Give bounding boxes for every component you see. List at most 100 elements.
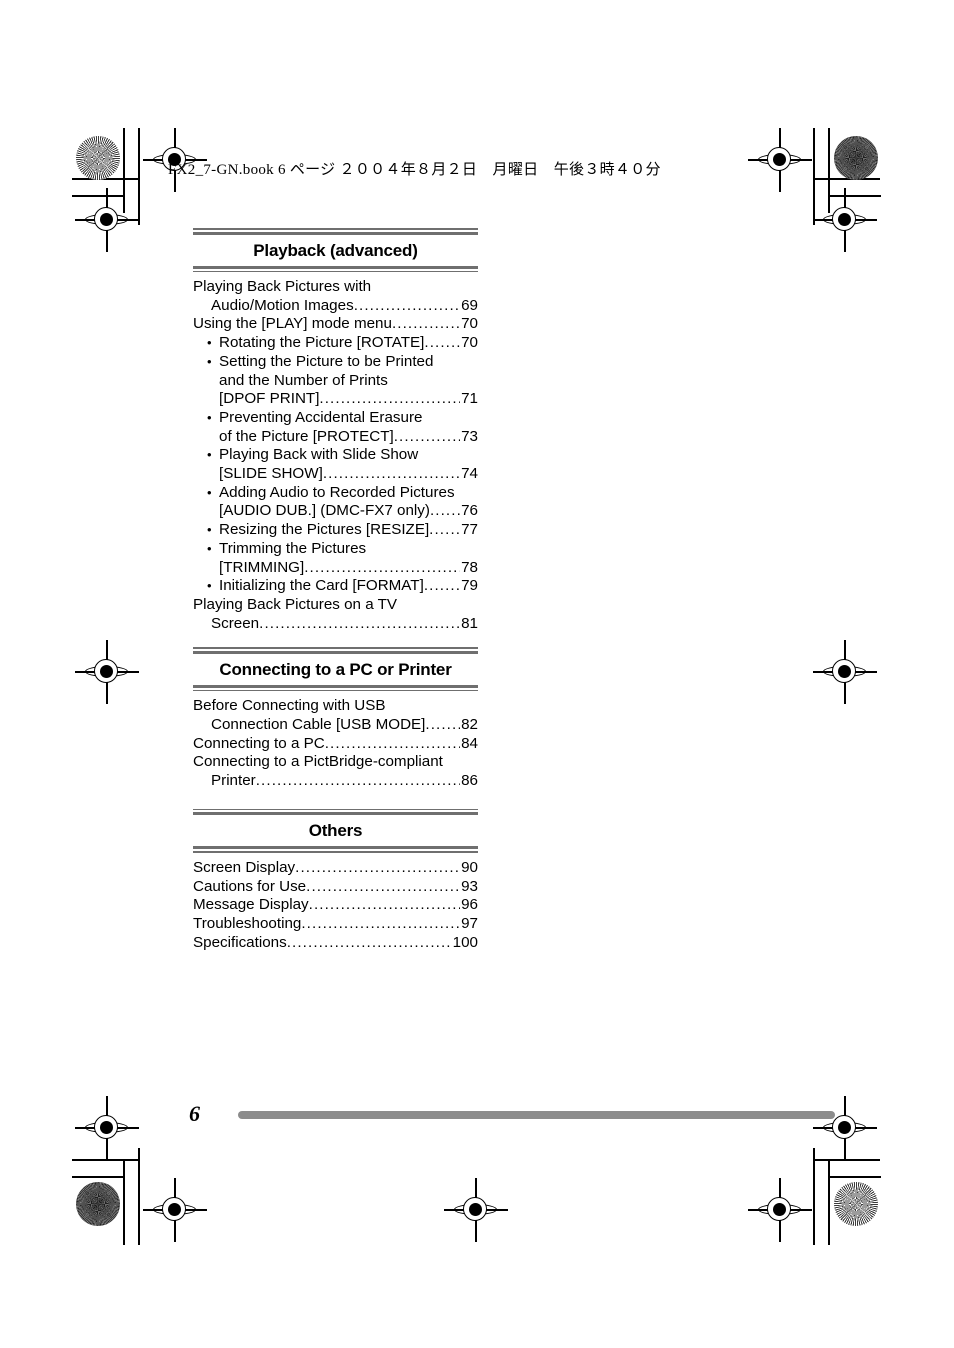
toc-entry[interactable]: • Rotating the Picture [ROTATE] 70: [193, 334, 478, 353]
toc-entry-list: Playing Back Pictures with Audio/Motion I…: [193, 272, 478, 633]
toc-entry[interactable]: • Playing Back with Slide Show: [193, 446, 478, 465]
toc-entry-page-number: 81: [461, 614, 478, 632]
crop-line-bottom-left-horizontal-outer: [72, 1176, 124, 1178]
toc-entry[interactable]: [AUDIO DUB.] (DMC-FX7 only) 76: [193, 502, 478, 521]
bullet-icon: •: [207, 447, 212, 463]
toc-entry-label: Playing Back with Slide Show: [219, 446, 419, 464]
toc-entry-page-number: 97: [461, 914, 478, 932]
crop-line-bottom-right-horizontal-outer: [829, 1176, 881, 1178]
toc-entry[interactable]: [TRIMMING] 78: [193, 559, 478, 578]
dot-leader: [295, 859, 460, 878]
toc-entry-page-number: 76: [461, 502, 478, 520]
toc-entry-label: Troubleshooting: [193, 914, 302, 932]
toc-entry[interactable]: [SLIDE SHOW] 74: [193, 465, 478, 484]
toc-entry-label: Setting the Picture to be Printed: [219, 352, 434, 370]
toc-entry[interactable]: [DPOF PRINT] 71: [193, 390, 478, 409]
crop-line-bottom-left-vertical-inner: [138, 1148, 140, 1245]
toc-entry[interactable]: and the Number of Prints: [193, 372, 478, 391]
toc-entry-label: Printer: [211, 772, 256, 790]
registration-crosshair-bottom-center: [444, 1178, 508, 1242]
toc-entry-label: Resizing the Pictures [RESIZE]: [219, 521, 430, 539]
dot-leader: [424, 334, 460, 353]
toc-section: Connecting to a PC or Printer Before Conn…: [193, 647, 478, 791]
registration-crosshair-left-middle: [75, 640, 139, 704]
toc-entry[interactable]: Playing Back Pictures on a TV: [193, 596, 478, 615]
toc-entry-label: Connecting to a PC: [193, 734, 325, 752]
toc-entry-label: Initializing the Card [FORMAT]: [219, 577, 424, 595]
section-title: Others: [308, 821, 363, 841]
toc-entry-label: Specifications: [193, 933, 287, 951]
toc-entry[interactable]: • Resizing the Pictures [RESIZE] 77: [193, 521, 478, 540]
bullet-icon: •: [207, 540, 212, 556]
registration-rosette-bottom-left: [76, 1182, 120, 1226]
dot-leader: [301, 915, 460, 934]
toc-entry-list: Before Connecting with USB Connection Cab…: [193, 691, 478, 791]
toc-entry[interactable]: Printer 86: [193, 772, 478, 791]
toc-entry[interactable]: • Preventing Accidental Erasure: [193, 409, 478, 428]
section-title: Connecting to a PC or Printer: [219, 659, 452, 679]
toc-entry-label: [TRIMMING]: [219, 558, 305, 576]
registration-crosshair-right-bottom: [813, 1096, 877, 1160]
toc-entry-label: of the Picture [PROTECT]: [219, 427, 394, 445]
toc-section: Playback (advanced) Playing Back Pictures…: [193, 228, 478, 633]
toc-entry-label: Audio/Motion Images: [211, 296, 354, 314]
registration-crosshair-right-middle: [813, 640, 877, 704]
dot-leader: [323, 465, 460, 484]
toc-entry-label: Playing Back Pictures on a TV: [193, 595, 398, 613]
toc-entry[interactable]: Connection Cable [USB MODE] 82: [193, 716, 478, 735]
dot-leader: [309, 896, 460, 915]
dot-leader: [394, 428, 460, 447]
toc-entry[interactable]: • Trimming the Pictures: [193, 540, 478, 559]
registration-crosshair-top-right: [748, 128, 812, 192]
toc-entry[interactable]: • Initializing the Card [FORMAT] 79: [193, 577, 478, 596]
toc-entry[interactable]: of the Picture [PROTECT] 73: [193, 428, 478, 447]
toc-entry[interactable]: Screen 81: [193, 615, 478, 634]
toc-entry[interactable]: • Setting the Picture to be Printed: [193, 353, 478, 372]
toc-entry[interactable]: Audio/Motion Images 69: [193, 297, 478, 316]
toc-entry-page-number: 78: [461, 558, 478, 576]
toc-entry[interactable]: • Adding Audio to Recorded Pictures: [193, 484, 478, 503]
dot-leader: [392, 315, 460, 334]
toc-entry-label: Trimming the Pictures: [219, 539, 367, 557]
bullet-icon: •: [207, 484, 212, 500]
toc-entry-label: Using the [PLAY] mode menu: [193, 315, 392, 333]
toc-entry-label: [AUDIO DUB.] (DMC-FX7 only): [219, 502, 430, 520]
footer-rule-bar: [238, 1111, 835, 1119]
crop-line-bottom-right-vertical-inner: [813, 1148, 815, 1245]
registration-crosshair-left-top: [75, 188, 139, 252]
registration-crosshair-bottom-left-inner: [143, 1178, 207, 1242]
dot-leader: [306, 878, 460, 897]
registration-rosette-top-left: [76, 136, 120, 180]
toc-entry[interactable]: Specifications 100: [193, 934, 478, 953]
toc-entry[interactable]: Connecting to a PictBridge-compliant: [193, 753, 478, 772]
registration-crosshair-right-top: [813, 188, 877, 252]
toc-entry-label: Preventing Accidental Erasure: [219, 408, 423, 426]
toc-entry-label: and the Number of Prints: [219, 371, 388, 389]
toc-entry-label: Connection Cable [USB MODE]: [211, 716, 426, 734]
toc-entry-page-number: 79: [461, 577, 478, 595]
bullet-icon: •: [207, 409, 212, 425]
registration-crosshair-left-bottom: [75, 1096, 139, 1160]
toc-entry[interactable]: Connecting to a PC 84: [193, 735, 478, 754]
toc-entry-page-number: 74: [461, 465, 478, 483]
toc-entry[interactable]: Screen Display 90: [193, 859, 478, 878]
toc-entry-label: Before Connecting with USB: [193, 697, 386, 715]
toc-entry-page-number: 71: [461, 390, 478, 408]
toc-entry[interactable]: Using the [PLAY] mode menu 70: [193, 315, 478, 334]
toc-entry[interactable]: Message Display 96: [193, 896, 478, 915]
toc-entry-label: Cautions for Use: [193, 877, 307, 895]
toc-entry[interactable]: Cautions for Use 93: [193, 878, 478, 897]
crop-line-bottom-right-vertical-outer: [828, 1160, 830, 1245]
bullet-icon: •: [207, 335, 212, 351]
toc-entry-page-number: 82: [461, 716, 478, 734]
toc-entry[interactable]: Playing Back Pictures with: [193, 278, 478, 297]
toc-entry[interactable]: Troubleshooting 97: [193, 915, 478, 934]
toc-entry[interactable]: Before Connecting with USB: [193, 697, 478, 716]
toc-entry-label: [DPOF PRINT]: [219, 390, 320, 408]
toc-entry-page-number: 100: [452, 933, 478, 951]
toc-entry-page-number: 93: [461, 877, 478, 895]
toc-entry-page-number: 84: [461, 734, 478, 752]
toc-entry-label: Screen Display: [193, 858, 296, 876]
